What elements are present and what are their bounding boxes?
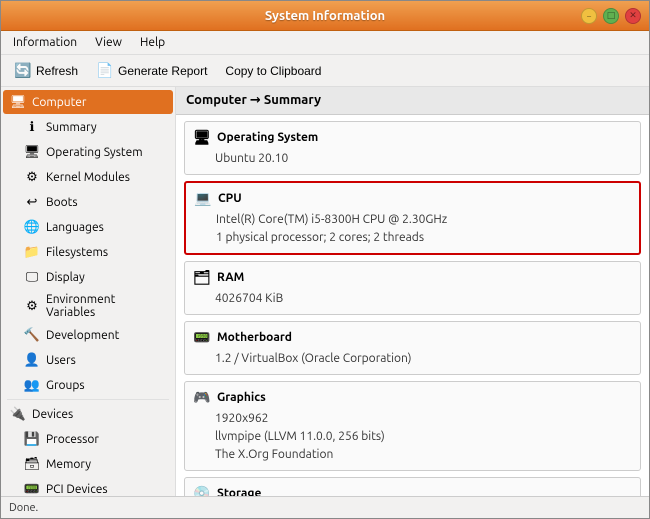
- groups-icon: 👥: [23, 376, 41, 394]
- sidebar-item-users[interactable]: 👤 Users: [3, 348, 173, 372]
- close-button[interactable]: ✕: [625, 8, 641, 24]
- filesystems-icon: 📁: [23, 243, 41, 261]
- cpu-card: 💻 CPU Intel(R) Core(TM) i5-8300H CPU @ 2…: [184, 181, 641, 255]
- sidebar-item-computer[interactable]: 🖥 Computer: [3, 90, 173, 114]
- sidebar-item-devices[interactable]: 🔌 Devices: [3, 402, 173, 426]
- sidebar-item-languages[interactable]: 🌐 Languages: [3, 215, 173, 239]
- graphics-card-icon: 🎮: [193, 388, 211, 406]
- sidebar: 🖥 Computer ℹ Summary 🖥 Operating System …: [1, 87, 176, 496]
- motherboard-card: 📟 Motherboard 1.2 / VirtualBox (Oracle C…: [184, 321, 641, 375]
- minimize-button[interactable]: −: [581, 8, 597, 24]
- summary-icon: ℹ: [23, 118, 41, 136]
- sidebar-item-display[interactable]: 🖵 Display: [3, 265, 173, 289]
- sidebar-divider: [7, 399, 169, 400]
- sidebar-item-memory[interactable]: 🗃 Memory: [3, 452, 173, 476]
- cpu-card-header: 💻 CPU: [186, 183, 639, 209]
- graphics-card-header: 🎮 Graphics: [185, 382, 640, 408]
- sidebar-item-kernel-modules[interactable]: ⚙ Kernel Modules: [3, 165, 173, 189]
- os-card: 🖥 Operating System Ubuntu 20.10: [184, 121, 641, 175]
- main-window: System Information − □ ✕ Information Vie…: [0, 0, 650, 519]
- storage-card: 💿 Storage VBOX CD-ROM ATA VBOX HARDDISK: [184, 477, 641, 496]
- menubar: Information View Help: [1, 31, 649, 55]
- menu-information[interactable]: Information: [5, 34, 85, 51]
- ram-card-body: 4026704 KiB: [185, 288, 640, 314]
- window-title: System Information: [69, 9, 581, 23]
- devices-icon: 🔌: [9, 405, 27, 423]
- development-icon: 🔨: [23, 326, 41, 344]
- menu-help[interactable]: Help: [132, 34, 173, 51]
- content-area: 🖥 Computer ℹ Summary 🖥 Operating System …: [1, 87, 649, 496]
- os-card-body: Ubuntu 20.10: [185, 148, 640, 174]
- ram-card: 🗂 RAM 4026704 KiB: [184, 261, 641, 315]
- cpu-card-body: Intel(R) Core(TM) i5-8300H CPU @ 2.30GHz…: [186, 209, 639, 253]
- os-card-header: 🖥 Operating System: [185, 122, 640, 148]
- sidebar-item-operating-system[interactable]: 🖥 Operating System: [3, 140, 173, 164]
- os-card-icon: 🖥: [193, 128, 211, 146]
- sidebar-item-summary[interactable]: ℹ Summary: [3, 115, 173, 139]
- sidebar-item-env-vars[interactable]: ⚙ Environment Variables: [3, 290, 173, 322]
- processor-icon: 💾: [23, 430, 41, 448]
- computer-icon: 🖥: [9, 93, 27, 111]
- refresh-icon: 🔄: [14, 62, 32, 80]
- main-panel: Computer → Summary 🖥 Operating System Ub…: [176, 87, 649, 496]
- sidebar-item-groups[interactable]: 👥 Groups: [3, 373, 173, 397]
- sidebar-item-pci-devices[interactable]: 📟 PCI Devices: [3, 477, 173, 496]
- window-controls: − □ ✕: [581, 8, 641, 24]
- pci-icon: 📟: [23, 480, 41, 496]
- sidebar-item-filesystems[interactable]: 📁 Filesystems: [3, 240, 173, 264]
- display-icon: 🖵: [23, 268, 41, 286]
- cpu-card-icon: 💻: [194, 189, 212, 207]
- sidebar-item-boots[interactable]: ↩ Boots: [3, 190, 173, 214]
- status-text: Done.: [9, 502, 38, 514]
- ram-card-header: 🗂 RAM: [185, 262, 640, 288]
- languages-icon: 🌐: [23, 218, 41, 236]
- motherboard-card-icon: 📟: [193, 328, 211, 346]
- titlebar: System Information − □ ✕: [1, 1, 649, 31]
- sidebar-item-processor[interactable]: 💾 Processor: [3, 427, 173, 451]
- ram-card-icon: 🗂: [193, 268, 211, 286]
- motherboard-card-body: 1.2 / VirtualBox (Oracle Corporation): [185, 348, 640, 374]
- menu-view[interactable]: View: [87, 34, 130, 51]
- toolbar: 🔄 Refresh 📄 Generate Report Copy to Clip…: [1, 55, 649, 87]
- kernel-icon: ⚙: [23, 168, 41, 186]
- panel-breadcrumb: Computer → Summary: [176, 87, 649, 115]
- storage-card-icon: 💿: [193, 484, 211, 496]
- motherboard-card-header: 📟 Motherboard: [185, 322, 640, 348]
- sidebar-item-development[interactable]: 🔨 Development: [3, 323, 173, 347]
- env-icon: ⚙: [23, 297, 41, 315]
- generate-report-button[interactable]: 📄 Generate Report: [89, 58, 214, 84]
- graphics-card: 🎮 Graphics 1920x962 llvmpipe (LLVM 11.0.…: [184, 381, 641, 471]
- graphics-card-body: 1920x962 llvmpipe (LLVM 11.0.0, 256 bits…: [185, 408, 640, 470]
- statusbar: Done.: [1, 496, 649, 518]
- copy-clipboard-button[interactable]: Copy to Clipboard: [218, 60, 328, 82]
- report-icon: 📄: [96, 62, 114, 80]
- memory-icon: 🗃: [23, 455, 41, 473]
- boots-icon: ↩: [23, 193, 41, 211]
- refresh-button[interactable]: 🔄 Refresh: [7, 58, 85, 84]
- maximize-button[interactable]: □: [603, 8, 619, 24]
- storage-card-header: 💿 Storage: [185, 478, 640, 496]
- users-icon: 👤: [23, 351, 41, 369]
- os-icon: 🖥: [23, 143, 41, 161]
